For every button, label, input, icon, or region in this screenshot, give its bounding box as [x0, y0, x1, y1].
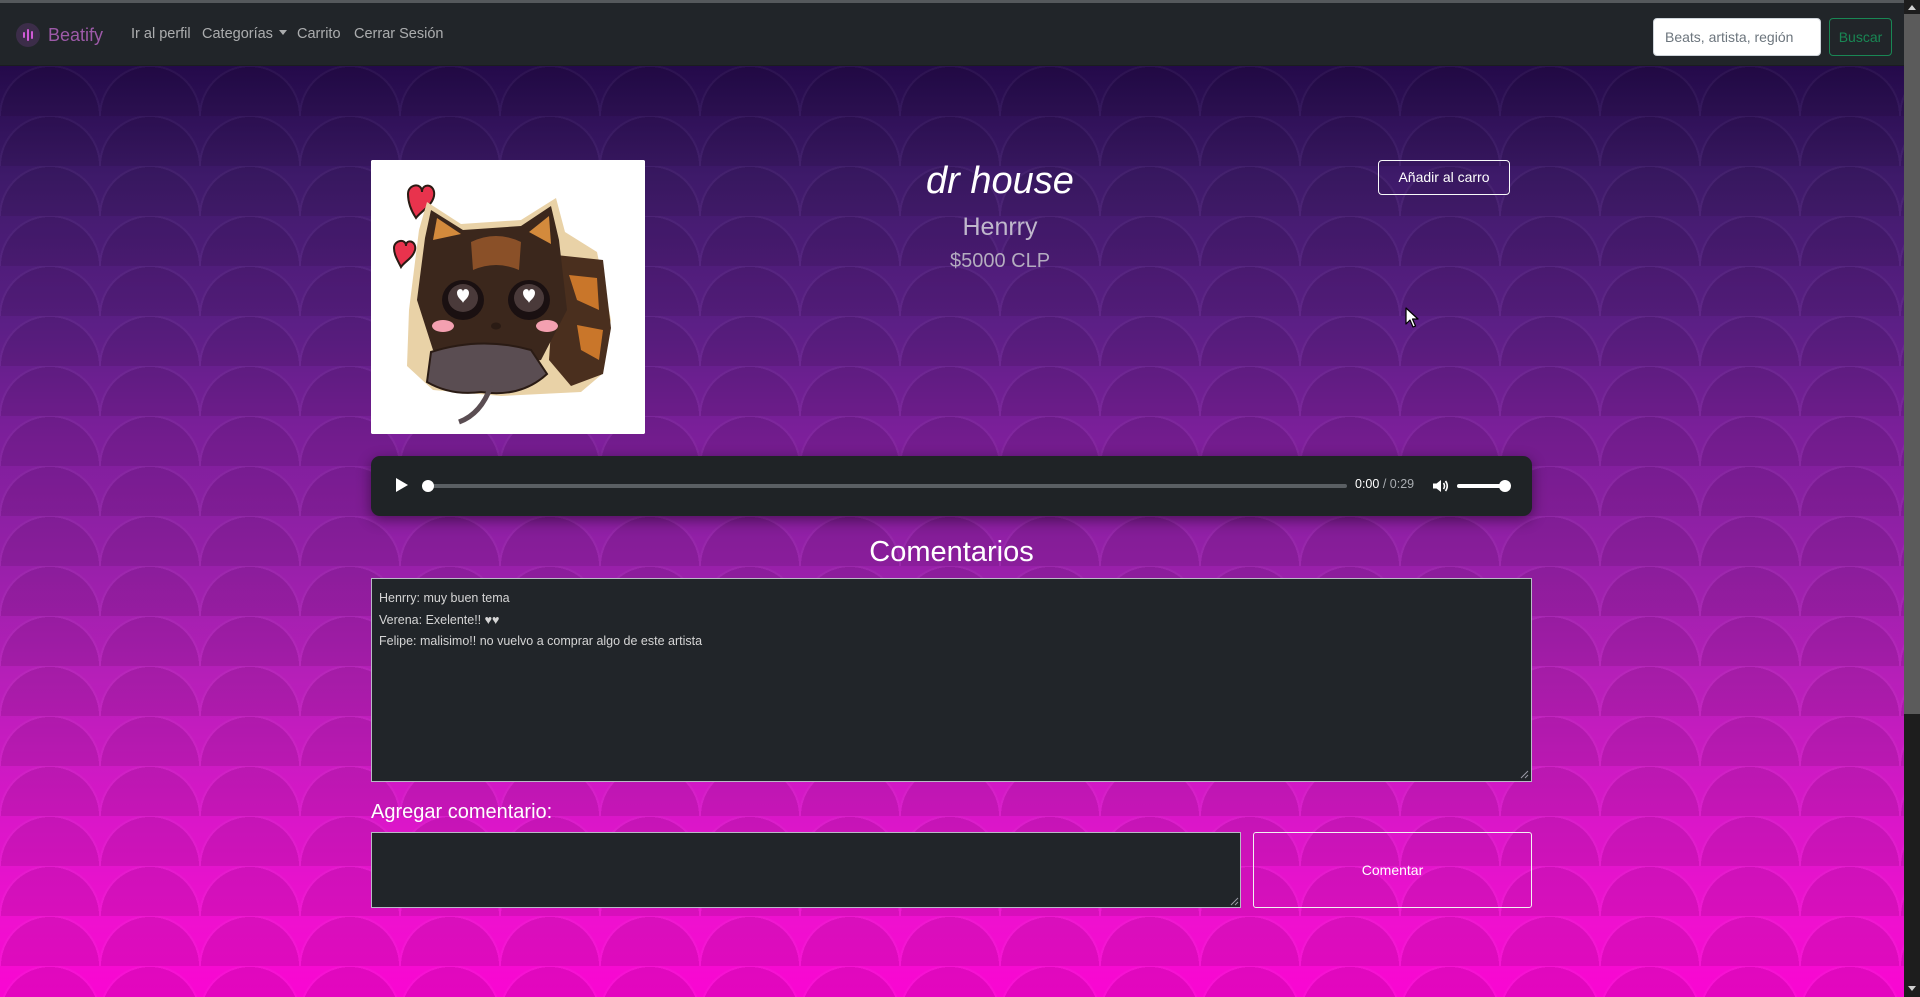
- brand[interactable]: Beatify: [16, 23, 103, 47]
- scroll-down-arrow-icon[interactable]: [1908, 986, 1916, 991]
- comment-item: Felipe: malisimo!! no vuelvo a comprar a…: [379, 634, 703, 648]
- comments-heading: Comentarios: [869, 536, 1034, 568]
- resize-grip-icon[interactable]: [1229, 896, 1239, 906]
- current-time: 0:00: [1355, 477, 1380, 491]
- soundwave-logo-icon: [16, 23, 40, 47]
- comment-submit-button[interactable]: Comentar: [1253, 832, 1532, 908]
- search-input[interactable]: [1653, 18, 1821, 56]
- page-scrollbar[interactable]: [1904, 0, 1920, 997]
- brand-name: Beatify: [48, 24, 104, 45]
- seek-thumb[interactable]: [422, 480, 434, 492]
- audio-player: 0:00 / 0:29: [371, 456, 1532, 516]
- add-to-cart-button[interactable]: Añadir al carro: [1378, 160, 1510, 195]
- resize-grip-icon[interactable]: [1519, 769, 1529, 779]
- add-comment-label: Agregar comentario:: [371, 801, 553, 823]
- beat-title: dr house: [926, 160, 1074, 202]
- mouse-cursor-icon: [1405, 307, 1419, 328]
- nav-link-logout[interactable]: Cerrar Sesión: [354, 26, 443, 42]
- scroll-up-arrow-icon[interactable]: [1908, 5, 1916, 10]
- caret-down-icon: [278, 30, 287, 35]
- comment-item: Henrry: muy buen tema: [379, 591, 510, 605]
- volume-thumb[interactable]: [1499, 480, 1511, 492]
- beat-price: $5000 CLP: [949, 250, 1051, 272]
- comment-input[interactable]: [371, 832, 1241, 908]
- duration: 0:29: [1389, 477, 1415, 491]
- nav-link-cart[interactable]: Carrito: [297, 26, 341, 42]
- search-button[interactable]: Buscar: [1829, 18, 1892, 56]
- play-icon[interactable]: [396, 478, 408, 492]
- volume-icon[interactable]: [1431, 477, 1449, 495]
- nav-link-profile[interactable]: Ir al perfil: [131, 26, 191, 42]
- seek-bar[interactable]: [427, 484, 1347, 488]
- cat-sticker-icon: [371, 160, 645, 434]
- scrollbar-thumb[interactable]: [1904, 14, 1920, 714]
- nav-dropdown-categories[interactable]: Categorías: [202, 26, 287, 42]
- navbar: Beatify Ir al perfil Categorías Carrito …: [0, 3, 1904, 66]
- comment-item: Verena: Exelente!! ♥♥: [379, 612, 500, 627]
- nav-dropdown-label: Categorías: [202, 26, 273, 42]
- beat-cover-image: [371, 160, 645, 434]
- time-display: 0:00 / 0:29: [1355, 477, 1414, 491]
- time-separator: /: [1382, 477, 1387, 491]
- beat-artist: Henrry: [962, 213, 1038, 241]
- comments-list[interactable]: Henrry: muy buen tema Verena: Exelente!!…: [371, 578, 1532, 782]
